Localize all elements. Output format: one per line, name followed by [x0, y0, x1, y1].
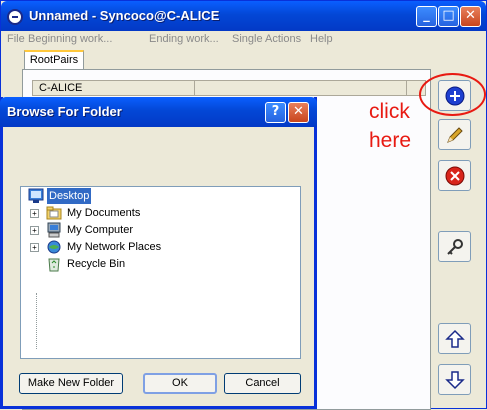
expand-icon[interactable]: + — [30, 243, 39, 252]
menu-help[interactable]: Help — [310, 33, 333, 45]
delete-icon — [445, 166, 465, 186]
key-button[interactable] — [438, 231, 471, 262]
tree-label-my-documents: My Documents — [67, 207, 141, 219]
tree-label-recycle-bin: Recycle Bin — [67, 258, 126, 270]
browse-for-folder-dialog: Browse For Folder ? ✕ Desktop + My Docum… — [0, 97, 317, 409]
network-icon — [47, 240, 61, 254]
expand-icon[interactable]: + — [30, 209, 39, 218]
app-icon — [7, 9, 23, 25]
hint-here: here — [369, 129, 412, 152]
hint-click: click — [369, 100, 410, 123]
menu-ending-work[interactable]: Ending work... — [149, 33, 219, 45]
tab-rootpairs[interactable]: RootPairs — [24, 50, 84, 70]
tree-label-my-computer: My Computer — [67, 224, 134, 236]
menu-file[interactable]: File — [7, 33, 25, 45]
tree-label-desktop: Desktop — [47, 188, 92, 204]
tree-item-my-network-places[interactable]: + My Network Places — [24, 239, 294, 255]
desktop-icon — [28, 188, 44, 203]
table-header: C-ALICE — [32, 80, 426, 96]
folder-icon — [46, 206, 62, 220]
tree-item-desktop[interactable]: Desktop — [24, 188, 294, 204]
edit-pencil-icon — [447, 127, 463, 143]
move-up-button[interactable] — [438, 323, 471, 354]
menu-bar: File Beginning work... Ending work... Si… — [1, 31, 486, 48]
column-header-2[interactable] — [195, 81, 407, 95]
tree-item-recycle-bin[interactable]: Recycle Bin — [24, 256, 294, 272]
tree-connector-line — [36, 293, 37, 349]
column-header-name[interactable]: C-ALICE — [33, 81, 195, 95]
maximize-button[interactable]: □ — [438, 6, 459, 27]
window-title: Unnamed - Syncoco@C-ALICE — [29, 8, 220, 23]
recycle-bin-icon — [48, 258, 60, 272]
minimize-button[interactable]: _ — [416, 6, 437, 27]
dialog-title-bar[interactable]: Browse For Folder ? ✕ — [0, 97, 317, 127]
key-icon — [447, 239, 463, 255]
close-button[interactable]: ✕ — [460, 6, 481, 27]
edit-button[interactable] — [438, 119, 471, 150]
computer-icon — [47, 222, 61, 238]
tree-item-my-documents[interactable]: + My Documents — [24, 205, 294, 221]
folder-tree[interactable]: Desktop + My Documents + My Computer + M… — [20, 186, 301, 359]
tree-label-my-network-places: My Network Places — [67, 241, 162, 253]
delete-button[interactable] — [438, 160, 471, 191]
menu-single-actions[interactable]: Single Actions — [232, 33, 301, 45]
highlight-circle — [419, 73, 486, 116]
dialog-close-button[interactable]: ✕ — [288, 102, 309, 123]
make-new-folder-button[interactable]: Make New Folder — [19, 373, 123, 394]
expand-icon[interactable]: + — [30, 226, 39, 235]
move-down-button[interactable] — [438, 364, 471, 395]
title-bar[interactable]: Unnamed - Syncoco@C-ALICE _ □ ✕ — [1, 1, 486, 31]
menu-beginning-work[interactable]: Beginning work... — [28, 33, 112, 45]
dialog-title: Browse For Folder — [7, 104, 122, 119]
cancel-button[interactable]: Cancel — [224, 373, 301, 394]
dialog-help-button[interactable]: ? — [265, 102, 286, 123]
tree-item-my-computer[interactable]: + My Computer — [24, 222, 294, 238]
ok-button[interactable]: OK — [143, 373, 217, 394]
move-down-icon — [445, 371, 465, 390]
move-up-icon — [445, 329, 465, 348]
